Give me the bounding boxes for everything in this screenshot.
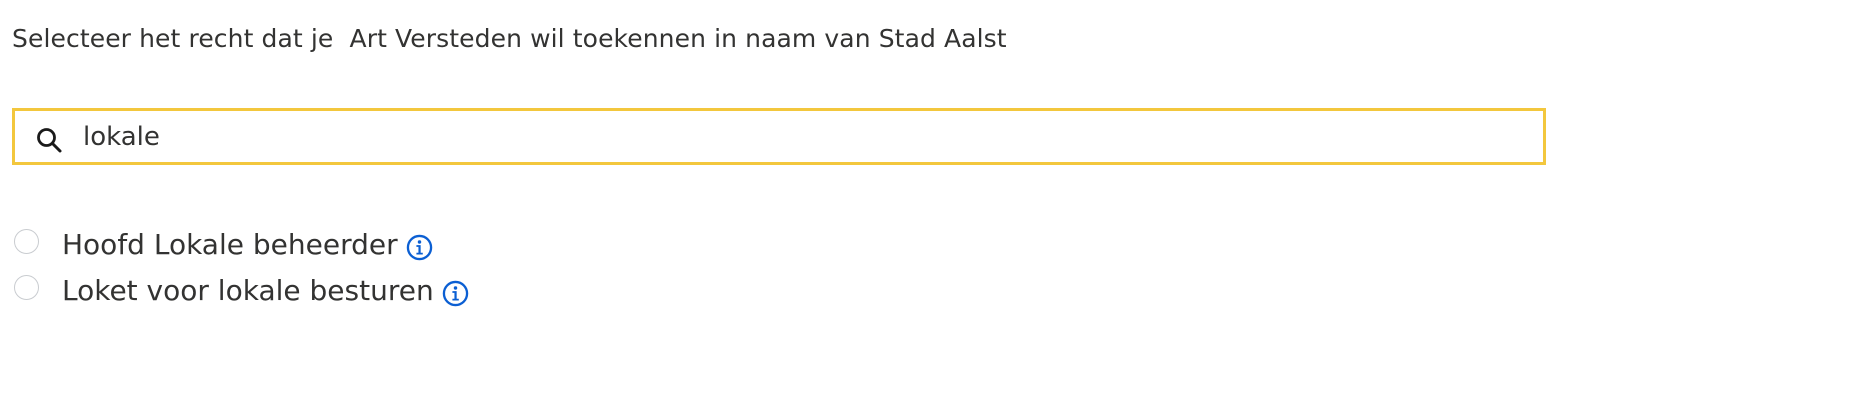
search-icon xyxy=(37,128,62,153)
option-hoofd-lokale-beheerder[interactable]: Hoofd Lokale beheerder xyxy=(14,222,469,268)
radio-button[interactable] xyxy=(14,228,39,254)
info-icon[interactable] xyxy=(442,280,469,307)
option-label[interactable]: Hoofd Lokale beheerder xyxy=(62,227,398,263)
search-box[interactable] xyxy=(12,108,1546,165)
option-label[interactable]: Loket voor lokale besturen xyxy=(62,273,434,309)
info-icon[interactable] xyxy=(406,234,433,261)
rights-options-list: Hoofd Lokale beheerder Loket voor lokale… xyxy=(14,222,469,314)
option-loket-voor-lokale-besturen[interactable]: Loket voor lokale besturen xyxy=(14,268,469,314)
instruction-text: Selecteer het recht dat je Art Versteden… xyxy=(12,24,1007,53)
radio-button[interactable] xyxy=(14,274,39,300)
search-input[interactable] xyxy=(83,111,1523,162)
